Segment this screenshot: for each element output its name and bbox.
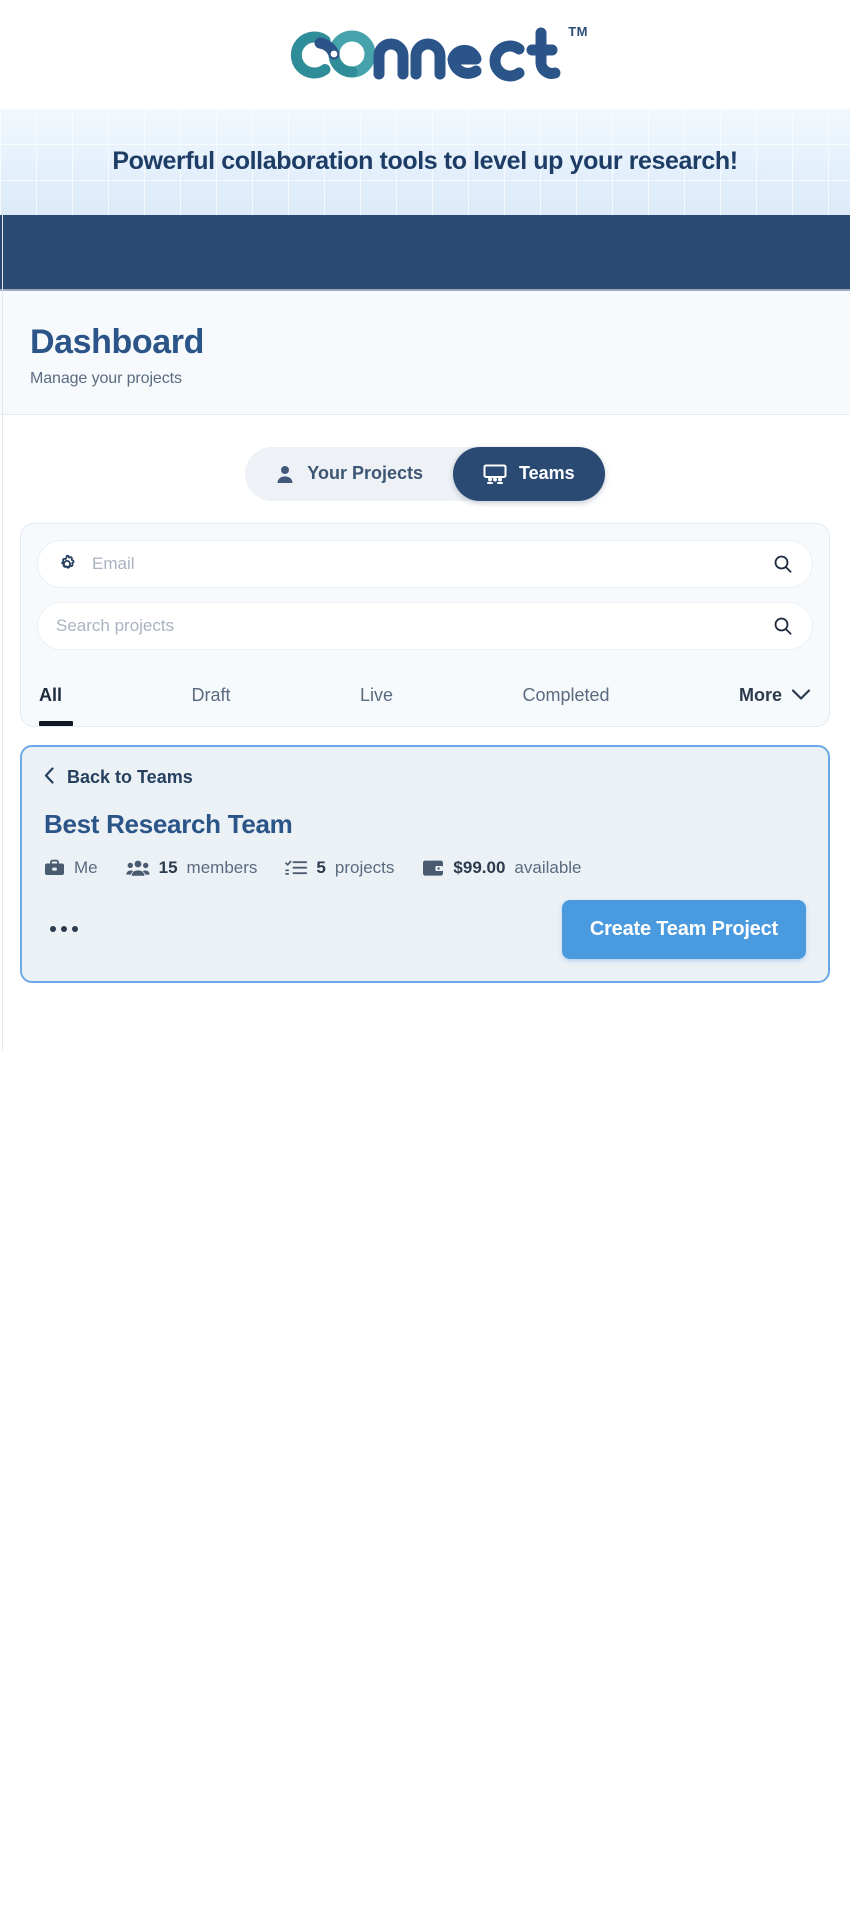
filter-card: All Draft Live Completed More xyxy=(20,522,830,727)
filter-tab-draft-label: Draft xyxy=(191,684,231,705)
gear-icon[interactable] xyxy=(56,553,78,575)
team-name: Best Research Team xyxy=(44,808,293,839)
meta-members: 15 members xyxy=(126,857,258,878)
meta-owner: Me xyxy=(44,858,98,878)
filter-more-label: More xyxy=(738,684,782,705)
tab-teams[interactable]: Teams xyxy=(453,446,605,501)
team-card-footer: Create Team Project xyxy=(44,899,806,959)
page-root: TM Powerful collaboration tools to level… xyxy=(0,0,850,1926)
tab-your-projects[interactable]: Your Projects xyxy=(245,447,453,501)
teams-icon xyxy=(483,464,507,484)
status-filter-tabs: All Draft Live Completed More xyxy=(37,664,813,726)
tasks-list-icon xyxy=(285,859,308,877)
connect-logotype-icon xyxy=(290,27,561,82)
brand-logo[interactable]: TM xyxy=(279,23,588,85)
view-toggle-group: Your Projects Teams xyxy=(245,446,605,501)
back-to-teams-label: Back to Teams xyxy=(67,767,193,788)
tab-teams-label: Teams xyxy=(519,463,575,484)
meta-projects-label: projects xyxy=(334,857,395,877)
view-toggle-row: Your Projects Teams xyxy=(0,414,850,517)
trademark-mark: TM xyxy=(568,24,588,39)
briefcase-icon xyxy=(44,859,65,877)
meta-projects: 5 projects xyxy=(285,858,394,878)
ellipsis-dot xyxy=(50,926,56,933)
tab-your-projects-label: Your Projects xyxy=(307,463,423,484)
search-projects-input[interactable] xyxy=(56,615,768,636)
create-team-project-button[interactable]: Create Team Project xyxy=(561,899,806,959)
user-icon xyxy=(275,464,295,484)
meta-balance-label: available xyxy=(514,857,582,877)
site-header: TM xyxy=(0,0,850,108)
dashboard-header: Dashboard Manage your projects xyxy=(0,291,850,415)
chevron-down-icon xyxy=(791,685,811,706)
meta-members-label: members xyxy=(186,857,258,877)
ellipsis-icon[interactable] xyxy=(44,918,84,940)
meta-members-value: 15 xyxy=(158,857,178,877)
search-icon[interactable] xyxy=(768,549,798,579)
filter-more-dropdown[interactable]: More xyxy=(739,685,811,726)
team-detail-card: Back to Teams Best Research Team Me 15 m… xyxy=(20,744,830,983)
filter-tab-draft[interactable]: Draft xyxy=(191,685,230,726)
meta-projects-value: 5 xyxy=(316,857,326,877)
search-icon[interactable] xyxy=(768,611,798,641)
team-meta-row: Me 15 members 5 projects $99.00 availabl… xyxy=(44,858,806,878)
wallet-icon xyxy=(422,859,444,877)
filter-tab-all-label: All xyxy=(39,684,63,705)
filter-tab-live[interactable]: Live xyxy=(360,685,393,726)
search-projects-field-wrapper xyxy=(37,601,813,650)
filter-tab-live-label: Live xyxy=(359,684,393,705)
page-subtitle: Manage your projects xyxy=(30,369,182,387)
filter-tab-completed-label: Completed xyxy=(522,684,610,705)
back-to-teams-link[interactable]: Back to Teams xyxy=(44,767,806,789)
meta-balance: $99.00 available xyxy=(422,857,582,878)
email-input[interactable] xyxy=(92,553,768,574)
ellipsis-dot xyxy=(61,926,67,933)
chevron-left-icon xyxy=(44,767,55,789)
users-icon xyxy=(126,859,150,877)
page-left-rule xyxy=(2,215,3,1050)
main-navbar[interactable] xyxy=(0,215,850,291)
filter-tab-completed[interactable]: Completed xyxy=(522,685,609,726)
tagline-banner: Powerful collaboration tools to level up… xyxy=(0,108,850,215)
ellipsis-dot xyxy=(72,926,78,933)
page-title: Dashboard xyxy=(30,323,204,361)
meta-balance-value: $99.00 xyxy=(453,857,506,877)
filter-tab-all[interactable]: All xyxy=(39,684,74,726)
tagline-text: Powerful collaboration tools to level up… xyxy=(112,147,738,175)
email-field-wrapper xyxy=(37,539,813,588)
meta-owner-label: Me xyxy=(74,857,98,877)
